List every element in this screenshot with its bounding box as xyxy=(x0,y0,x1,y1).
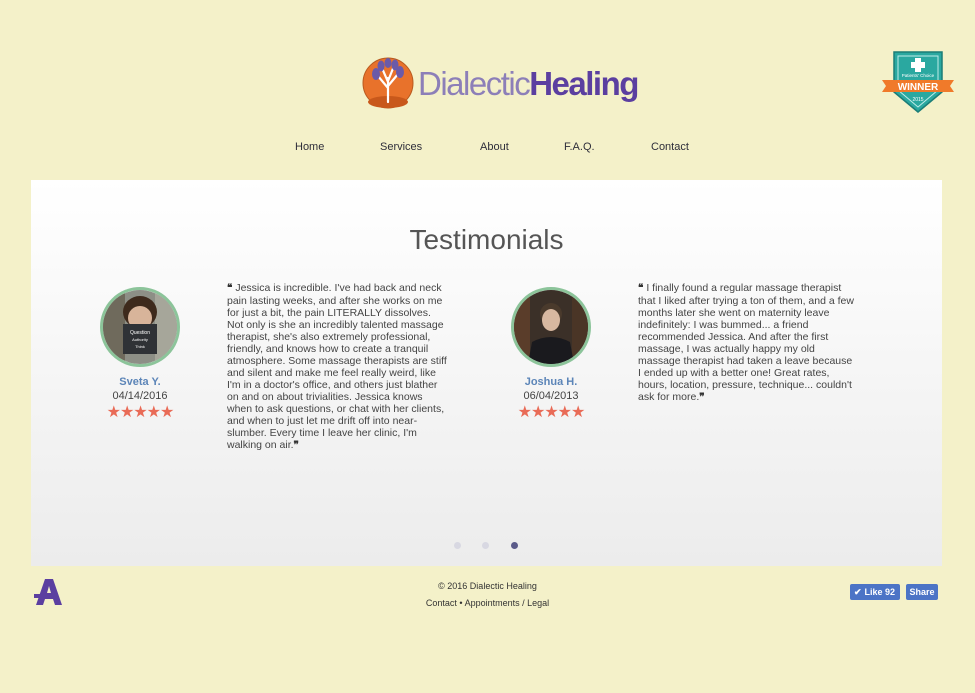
nav-contact[interactable]: Contact xyxy=(651,141,689,153)
review-date: 04/14/2016 xyxy=(112,390,168,402)
testimonials-title: Testimonials xyxy=(409,224,564,255)
facebook-like-button[interactable]: ✔ Like 92 xyxy=(850,584,901,600)
svg-text:Think: Think xyxy=(135,344,145,349)
winner-badge[interactable]: Patients' Choice WINNER 2015 xyxy=(880,46,956,118)
testimonial-quote: ❝ I finally found a regular massage ther… xyxy=(638,282,858,404)
reviewer-name: Joshua H. xyxy=(524,376,578,388)
nav-faq[interactable]: F.A.Q. xyxy=(564,141,595,153)
nav-home[interactable]: Home xyxy=(295,141,324,153)
footer-links: Contact • Appointments / Legal xyxy=(0,598,975,608)
avatar-joshua xyxy=(511,287,591,367)
close-quote-icon: ❞ xyxy=(293,440,299,451)
svg-text:Question: Question xyxy=(130,330,150,336)
copyright-text: © 2016 Dialectic Healing xyxy=(438,581,537,591)
rating-stars: ★★★★★ xyxy=(517,404,586,421)
nav-about[interactable]: About xyxy=(480,141,509,153)
footer-separator: • xyxy=(459,598,463,608)
open-quote-icon: ❝ xyxy=(638,283,644,294)
open-quote-icon: ❝ xyxy=(227,283,233,294)
logo-text-part2: Healing xyxy=(529,64,639,102)
avatar-sveta: Question Authority Think xyxy=(100,287,180,367)
reviewer-name: Sveta Y. xyxy=(119,376,161,388)
thumbs-up-icon: ✔ xyxy=(854,586,862,597)
footer-link-contact[interactable]: Contact xyxy=(426,598,457,608)
main-nav: Home Services About F.A.Q. Contact xyxy=(0,141,975,155)
logo-text-part1: Dialectic xyxy=(418,64,531,102)
svg-text:Authority: Authority xyxy=(132,337,148,342)
site-logo-text: DialecticHealing xyxy=(418,64,639,102)
testimonial-quote: ❝ Jessica is incredible. I've had back a… xyxy=(227,282,447,452)
nav-services[interactable]: Services xyxy=(380,141,422,153)
testimonials-carousel: Testimonials Question Authority Think Sv… xyxy=(31,180,942,566)
badge-year: 2015 xyxy=(912,97,923,103)
testimonial-text: Jessica is incredible. I've had back and… xyxy=(227,282,447,451)
carousel-dot-1[interactable] xyxy=(454,542,461,549)
badge-label: WINNER xyxy=(898,82,939,93)
review-date: 06/04/2013 xyxy=(523,390,579,402)
carousel-dot-2[interactable] xyxy=(482,542,489,549)
rating-stars: ★★★★★ xyxy=(106,404,175,421)
footer-link-appointments-legal[interactable]: Appointments / Legal xyxy=(465,598,550,608)
close-quote-icon: ❞ xyxy=(699,392,705,403)
facebook-share-button[interactable]: Share xyxy=(906,584,938,600)
testimonial-text: I finally found a regular massage therap… xyxy=(638,282,854,403)
facebook-like-label: Like 92 xyxy=(864,587,896,597)
site-logo[interactable]: DialecticHealing xyxy=(360,56,639,110)
person-with-book-photo: Question Authority Think xyxy=(103,290,177,364)
person-portrait-photo xyxy=(514,290,588,364)
carousel-dot-3[interactable] xyxy=(511,542,518,549)
tree-logo-icon xyxy=(362,57,414,109)
badge-sublabel: Patients' Choice xyxy=(902,73,935,78)
